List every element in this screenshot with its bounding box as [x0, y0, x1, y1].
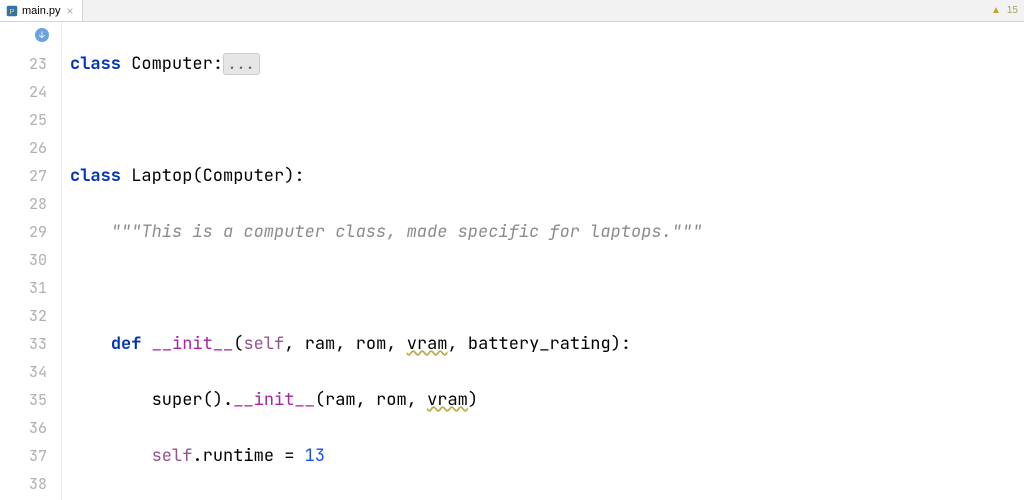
line-number: 33 [0, 330, 47, 358]
python-file-icon: P [6, 5, 18, 17]
code-line[interactable]: super().__init__(ram, rom, vram) [70, 386, 1024, 414]
line-number: 38 [0, 470, 47, 498]
code-line[interactable] [70, 106, 1024, 134]
svg-text:P: P [9, 7, 14, 16]
line-number: 27 [0, 162, 47, 190]
line-number: 31 [0, 274, 47, 302]
line-number: 32 [0, 302, 47, 330]
fold-collapsed-icon[interactable]: ↓ [35, 28, 49, 42]
line-number: 25 [0, 106, 47, 134]
line-number: 26 [0, 134, 47, 162]
folded-region[interactable]: ... [223, 53, 260, 75]
code-line[interactable]: class Laptop(Computer): [70, 162, 1024, 190]
file-tab[interactable]: P main.py × [0, 0, 83, 21]
code-area[interactable]: class Computer:... class Laptop(Computer… [62, 22, 1024, 500]
line-number: 29 [0, 218, 47, 246]
code-line[interactable]: def __init__(self, ram, rom, vram, batte… [70, 330, 1024, 358]
line-number: 28 [0, 190, 47, 218]
line-number: 1 ↓ [0, 22, 47, 50]
line-number: 24 [0, 78, 47, 106]
warning-icon[interactable]: ▲ [991, 5, 1001, 16]
line-number: 30 [0, 246, 47, 274]
close-tab-icon[interactable]: × [67, 4, 74, 18]
tab-bar: P main.py × ▲ 15 [0, 0, 1024, 22]
line-number: 34 [0, 358, 47, 386]
code-line[interactable]: """This is a computer class, made specif… [70, 218, 1024, 246]
line-number: 36 [0, 414, 47, 442]
code-line[interactable]: class Computer:... [70, 50, 1024, 78]
line-number: 37 [0, 442, 47, 470]
line-number-gutter: 1 ↓ 23 24 25 26 27 28 29 30 31 32 33 34 … [0, 22, 62, 500]
warning-count: 15 [1007, 5, 1018, 16]
code-editor[interactable]: 1 ↓ 23 24 25 26 27 28 29 30 31 32 33 34 … [0, 22, 1024, 500]
code-line[interactable] [70, 274, 1024, 302]
code-line[interactable]: self.runtime = 13 [70, 442, 1024, 470]
file-tab-label: main.py [22, 5, 61, 17]
line-number: 35 [0, 386, 47, 414]
line-number: 23 [0, 50, 47, 78]
